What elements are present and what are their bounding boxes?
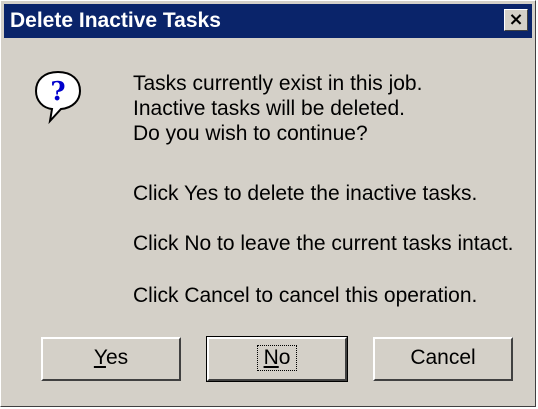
title-bar[interactable]: Delete Inactive Tasks × xyxy=(4,4,532,38)
yes-button[interactable]: Yes xyxy=(41,337,181,381)
no-button-label: No xyxy=(256,345,298,371)
cancel-button-label: Cancel xyxy=(410,346,476,369)
message-line-3: Do you wish to continue? xyxy=(133,122,368,145)
question-icon: ? xyxy=(34,70,82,125)
no-button[interactable]: No xyxy=(206,336,348,382)
message-line-1: Tasks currently exist in this job. xyxy=(133,72,423,95)
message-line-yes-hint: Click Yes to delete the inactive tasks. xyxy=(133,182,478,205)
close-icon: × xyxy=(508,9,524,30)
close-button[interactable]: × xyxy=(504,9,528,31)
dialog-title: Delete Inactive Tasks xyxy=(10,9,221,32)
yes-button-label: Yes xyxy=(93,346,129,369)
cancel-button[interactable]: Cancel xyxy=(373,337,513,381)
message-line-cancel-hint: Click Cancel to cancel this operation. xyxy=(133,284,478,307)
message-line-no-hint: Click No to leave the current tasks inta… xyxy=(133,232,514,255)
delete-inactive-tasks-dialog: Delete Inactive Tasks × ? Tasks currentl… xyxy=(0,0,536,407)
message-line-2: Inactive tasks will be deleted. xyxy=(133,97,405,120)
question-mark-glyph: ? xyxy=(50,77,65,107)
